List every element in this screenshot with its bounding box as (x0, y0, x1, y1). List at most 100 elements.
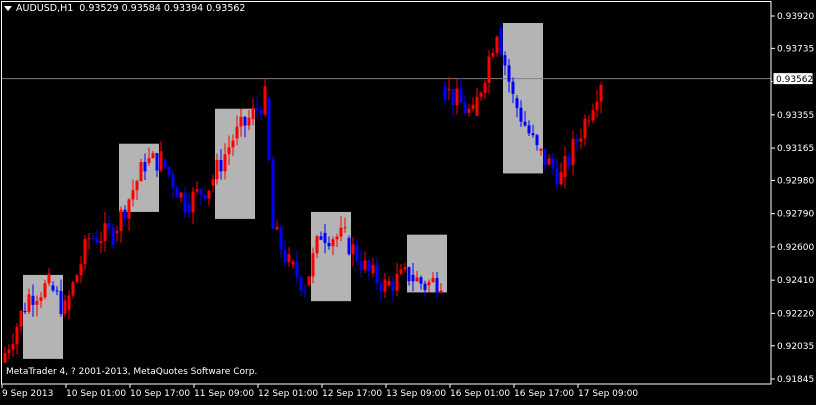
candle-body (327, 242, 331, 247)
candle-body (395, 273, 399, 291)
candle-body (455, 88, 459, 106)
candle-body (215, 160, 219, 180)
candle-body (127, 199, 131, 219)
x-tick-label: 9 Sep 2013 (2, 389, 53, 399)
candle-body (419, 277, 423, 284)
candle-body (503, 55, 507, 66)
candle-body (95, 238, 99, 243)
candle-body (291, 261, 295, 265)
candle-body (103, 223, 107, 242)
candle-body (543, 148, 547, 165)
candle-body (255, 107, 259, 111)
candle-body (171, 174, 175, 188)
candle-body (423, 283, 427, 291)
candle-body (35, 300, 39, 305)
candle-body (55, 290, 59, 292)
candle-body (195, 189, 199, 192)
candle-body (379, 283, 383, 292)
price-chart[interactable]: 0.939200.937350.935450.933550.931650.929… (0, 0, 816, 401)
candle-body (459, 88, 463, 103)
candle-body (111, 227, 115, 245)
candle-body (591, 110, 595, 121)
candle-body (267, 98, 271, 160)
y-tick-label: 0.92980 (777, 176, 814, 186)
candle-body (59, 290, 63, 315)
candle-body (135, 181, 139, 191)
candle-body (531, 133, 535, 136)
y-tick-label: 0.92220 (777, 309, 814, 319)
candle-body (287, 254, 291, 263)
candle-body (383, 279, 387, 292)
candle-body (283, 249, 287, 263)
candle-body (483, 82, 487, 93)
candle-body (83, 238, 87, 265)
candle-body (227, 147, 231, 155)
candle-body (539, 148, 543, 151)
candle-body (3, 353, 7, 363)
candle-body (439, 290, 443, 293)
candle-body (239, 116, 243, 127)
plot-frame (1, 1, 772, 385)
candle-body (23, 311, 27, 313)
candle-body (87, 238, 91, 240)
candle-body (199, 189, 203, 195)
candle-body (207, 190, 211, 199)
candle-body (415, 277, 419, 282)
candle-body (363, 260, 367, 270)
candle-body (387, 280, 391, 286)
candle-body (451, 89, 455, 106)
candle-body (47, 273, 51, 284)
x-tick-label: 16 Sep 01:00 (450, 389, 510, 399)
dropdown-triangle-icon[interactable] (4, 6, 12, 11)
y-tick-label: 0.93355 (777, 111, 814, 121)
candle-body (115, 231, 119, 233)
copyright-text: MetaTrader 4, ? 2001-2013, MetaQuotes So… (6, 367, 258, 377)
candle-body (339, 227, 343, 237)
current-price-label: 0.93562 (776, 75, 813, 85)
candle-body (555, 168, 559, 185)
y-tick-label: 0.92410 (777, 276, 814, 286)
candle-body (63, 300, 67, 315)
candle-body (431, 277, 435, 282)
candle-body (347, 238, 351, 255)
candle-body (579, 138, 583, 142)
candle-body (7, 349, 11, 354)
candle-body (151, 153, 155, 159)
y-tick-label: 0.92035 (777, 342, 814, 352)
y-tick-label: 0.93735 (777, 44, 814, 54)
x-tick-label: 12 Sep 01:00 (258, 389, 318, 399)
chart-header: AUDUSD,H1 0.93529 0.93584 0.93394 0.9356… (4, 3, 245, 14)
candle-body (371, 264, 375, 274)
candle-body (447, 89, 451, 91)
candle-body (123, 209, 127, 219)
candle-body (563, 156, 567, 177)
candle-body (587, 120, 591, 122)
candle-body (527, 125, 531, 134)
candle-body (187, 203, 191, 213)
candle-body (19, 311, 23, 327)
candle-body (495, 36, 499, 53)
candle-body (535, 135, 539, 146)
candle-body (231, 140, 235, 148)
candle-body (191, 191, 195, 213)
y-tick-label: 0.93920 (777, 12, 814, 22)
candle-body (167, 166, 171, 175)
x-tick-label: 12 Sep 17:00 (322, 389, 382, 399)
candle-body (307, 276, 311, 286)
candle-body (243, 116, 247, 126)
candle-body (99, 241, 103, 243)
candle-body (299, 276, 303, 291)
candle-body (435, 277, 439, 293)
candle-body (571, 139, 575, 165)
candle-body (71, 282, 75, 296)
candle-body (31, 295, 35, 305)
symbol-timeframe: AUDUSD,H1 (16, 3, 74, 14)
candle-body (247, 117, 251, 126)
candle-body (311, 253, 315, 277)
x-tick-label: 16 Sep 17:00 (514, 389, 574, 399)
y-tick-label: 0.92790 (777, 210, 814, 220)
candle-body (331, 239, 335, 247)
candle-body (399, 269, 403, 274)
candle-body (559, 172, 563, 185)
candle-body (163, 159, 167, 167)
